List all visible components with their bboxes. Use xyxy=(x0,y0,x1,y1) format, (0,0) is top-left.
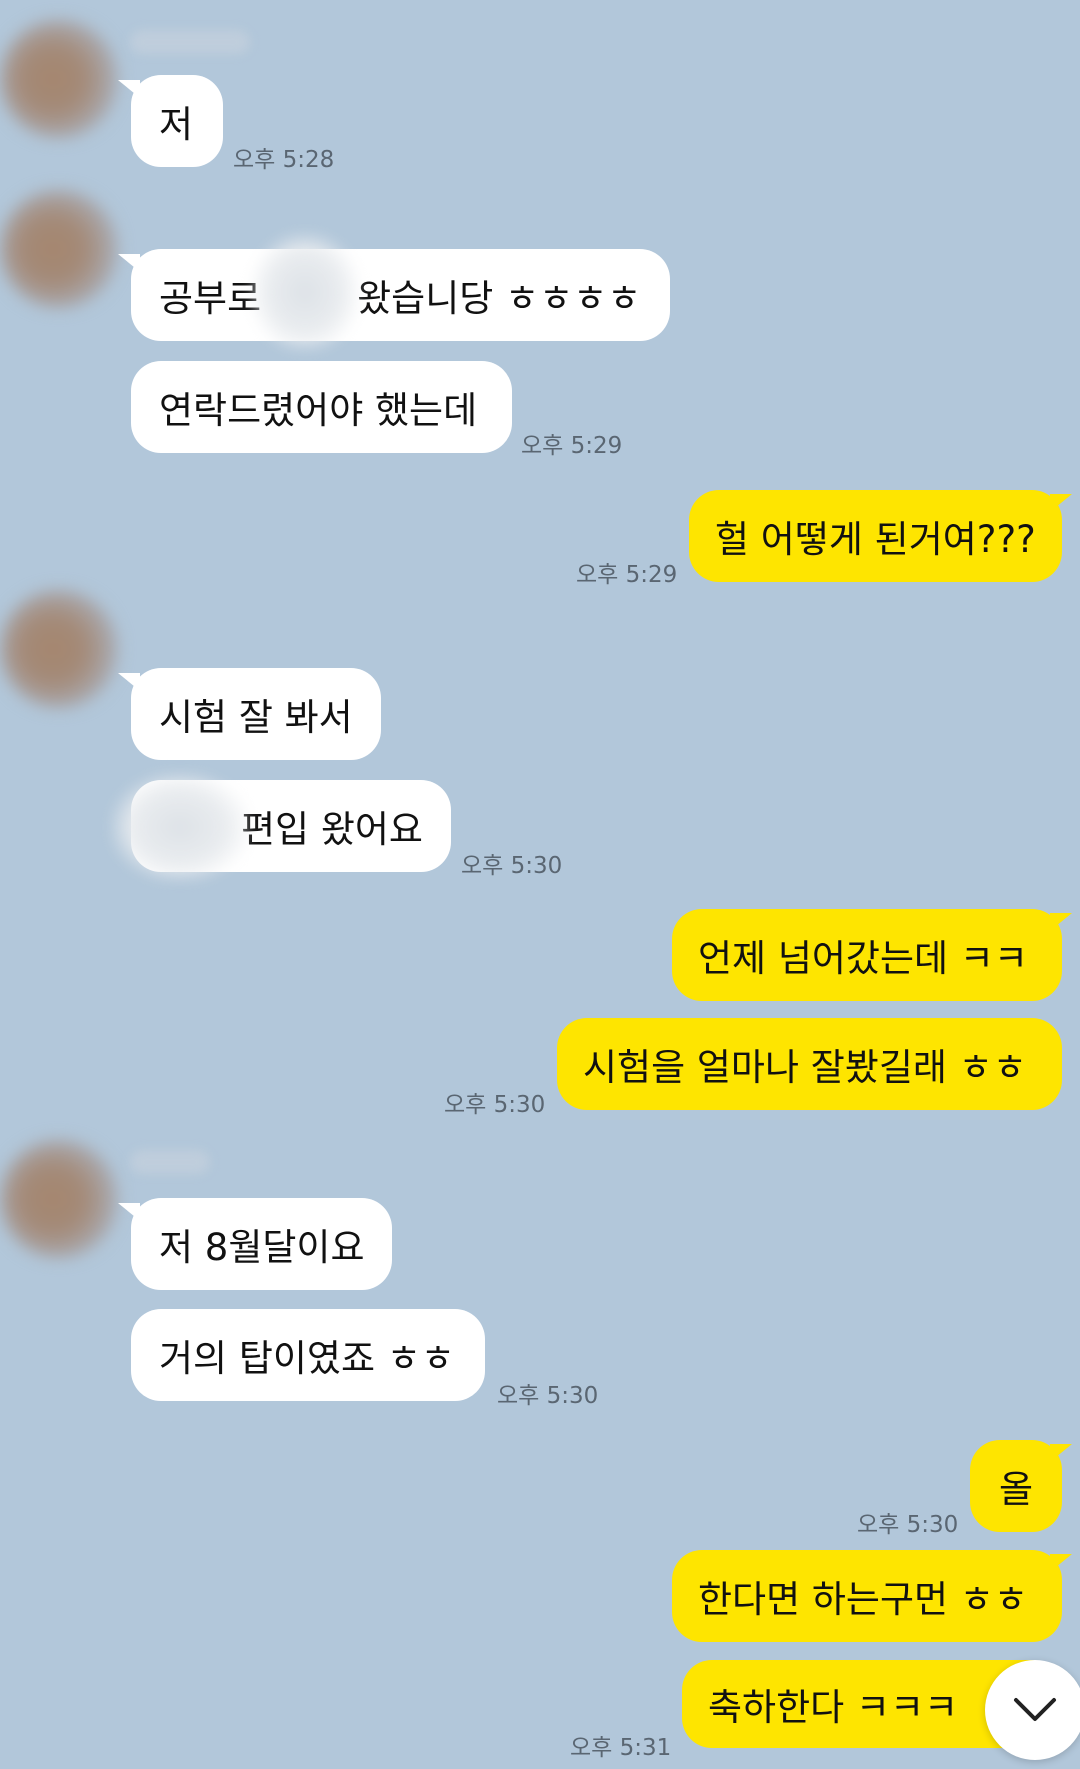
sender-name xyxy=(130,1150,210,1174)
chevron-down-icon xyxy=(1014,1698,1056,1721)
scroll-to-bottom-button[interactable] xyxy=(985,1660,1080,1760)
incoming-message[interactable]: 거의 탑이였죠 ㅎㅎ xyxy=(131,1309,485,1401)
redaction-blur xyxy=(250,232,360,352)
bubble-tail xyxy=(1050,1444,1072,1462)
outgoing-message[interactable]: 시험을 얼마나 잘봤길래 ㅎㅎ xyxy=(557,1018,1062,1110)
incoming-message[interactable]: 시험 잘 봐서 xyxy=(131,668,381,760)
message-text: 공부로 xyxy=(159,277,262,320)
message-text: 한다면 하는구먼 ㅎㅎ xyxy=(698,1578,1028,1621)
message-text: 왔습니당 ㅎㅎㅎㅎ xyxy=(357,277,642,320)
outgoing-message[interactable]: 한다면 하는구먼 ㅎㅎ xyxy=(672,1550,1062,1642)
message-timestamp: 오후 5:30 xyxy=(497,1383,599,1409)
message-timestamp: 오후 5:29 xyxy=(521,433,623,459)
sender-name xyxy=(130,30,250,54)
outgoing-message[interactable]: 언제 넘어갔는데 ㅋㅋ xyxy=(672,909,1062,1001)
message-text: 시험 잘 봐서 xyxy=(159,696,353,739)
message-text: 저 8월달이요 xyxy=(159,1226,365,1269)
message-timestamp: 오후 5:30 xyxy=(857,1512,959,1538)
message-text: 축하한다 ㅋㅋㅋ xyxy=(708,1686,959,1729)
outgoing-message[interactable]: 헐 어떻게 된거여??? xyxy=(689,490,1062,582)
message-text: 편입 왔어요 xyxy=(241,808,423,851)
incoming-message[interactable]: 연락드렸어야 했는데 xyxy=(131,361,512,453)
message-timestamp: 오후 5:29 xyxy=(576,562,678,588)
bubble-tail xyxy=(1050,913,1072,931)
message-text: 연락드렸어야 했는데 xyxy=(159,389,478,432)
message-text: 시험을 얼마나 잘봤길래 ㅎㅎ xyxy=(583,1046,1027,1089)
message-text: 거의 탑이였죠 ㅎㅎ xyxy=(159,1337,455,1380)
message-timestamp: 오후 5:30 xyxy=(444,1092,546,1118)
message-text: 올 xyxy=(998,1468,1034,1511)
avatar[interactable] xyxy=(0,20,118,138)
message-text: 언제 넘어갔는데 ㅋㅋ xyxy=(698,937,1028,980)
bubble-tail xyxy=(1050,1554,1072,1572)
message-timestamp: 오후 5:28 xyxy=(233,147,335,173)
incoming-message[interactable]: 저 xyxy=(131,75,223,167)
incoming-message[interactable]: 저 8월달이요 xyxy=(131,1198,392,1290)
avatar[interactable] xyxy=(0,590,118,708)
message-text: 헐 어떻게 된거여??? xyxy=(715,518,1036,561)
message-text: 저 xyxy=(159,103,194,146)
redaction-blur xyxy=(110,772,250,882)
message-timestamp: 오후 5:30 xyxy=(461,853,563,879)
message-timestamp: 오후 5:31 xyxy=(570,1735,672,1761)
avatar[interactable] xyxy=(0,190,118,308)
incoming-message[interactable]: 공부로 왔습니당 ㅎㅎㅎㅎ xyxy=(131,249,670,341)
avatar[interactable] xyxy=(0,1140,118,1258)
outgoing-message[interactable]: 올 xyxy=(970,1440,1062,1532)
bubble-tail xyxy=(1050,494,1072,512)
